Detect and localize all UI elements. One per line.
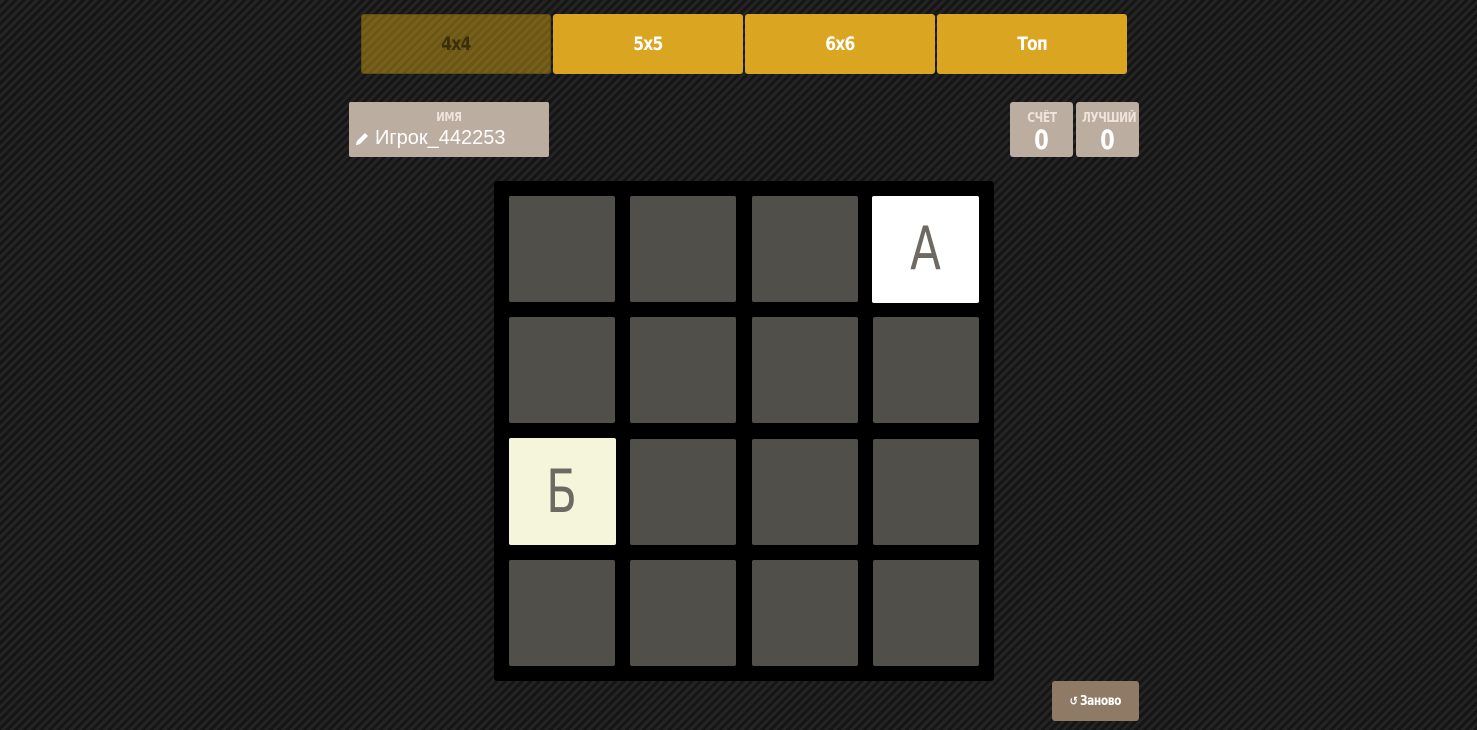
letter-tile: Б <box>508 438 616 546</box>
grid-cell <box>751 559 858 666</box>
grid-cell <box>630 438 737 545</box>
score-label: счёт <box>1026 111 1057 126</box>
score-box: счёт 0 <box>1010 102 1073 157</box>
mode-tabs: 4x4 5x5 6x6 Топ <box>361 14 1127 74</box>
player-name-box[interactable]: имя Игрок_442253 <box>349 102 549 157</box>
grid-cell <box>872 438 979 545</box>
tab-6x6[interactable]: 6x6 <box>745 14 935 74</box>
score-value: 0 <box>1034 125 1049 156</box>
grid-cell <box>509 559 615 666</box>
game-board[interactable]: АБ <box>494 181 994 681</box>
restart-button[interactable]: ↺ Заново <box>1052 681 1139 721</box>
player-name-row[interactable]: Игрок_442253 <box>354 127 506 150</box>
player-name-label: имя <box>436 110 462 124</box>
grid-cell <box>872 317 979 424</box>
restart-icon: ↺ <box>1069 694 1078 708</box>
tab-top[interactable]: Топ <box>937 14 1127 74</box>
best-score-label: лучший <box>1081 111 1137 126</box>
player-name-value[interactable]: Игрок_442253 <box>375 127 506 150</box>
letter-tile: А <box>872 195 980 303</box>
grid-cell <box>630 317 737 424</box>
grid-cell <box>872 559 979 666</box>
grid-cell <box>509 317 615 424</box>
grid-cell <box>751 438 858 545</box>
grid-cell <box>751 196 858 302</box>
tab-4x4[interactable]: 4x4 <box>361 14 551 74</box>
grid-cell <box>630 196 737 302</box>
tab-5x5[interactable]: 5x5 <box>553 14 743 74</box>
best-score-box: лучший 0 <box>1076 102 1139 157</box>
grid-cell <box>751 317 858 424</box>
grid-cell <box>509 196 615 302</box>
best-score-value: 0 <box>1100 125 1115 156</box>
restart-label: Заново <box>1080 693 1122 709</box>
pencil-icon[interactable] <box>354 131 370 147</box>
grid-cell <box>630 559 737 666</box>
